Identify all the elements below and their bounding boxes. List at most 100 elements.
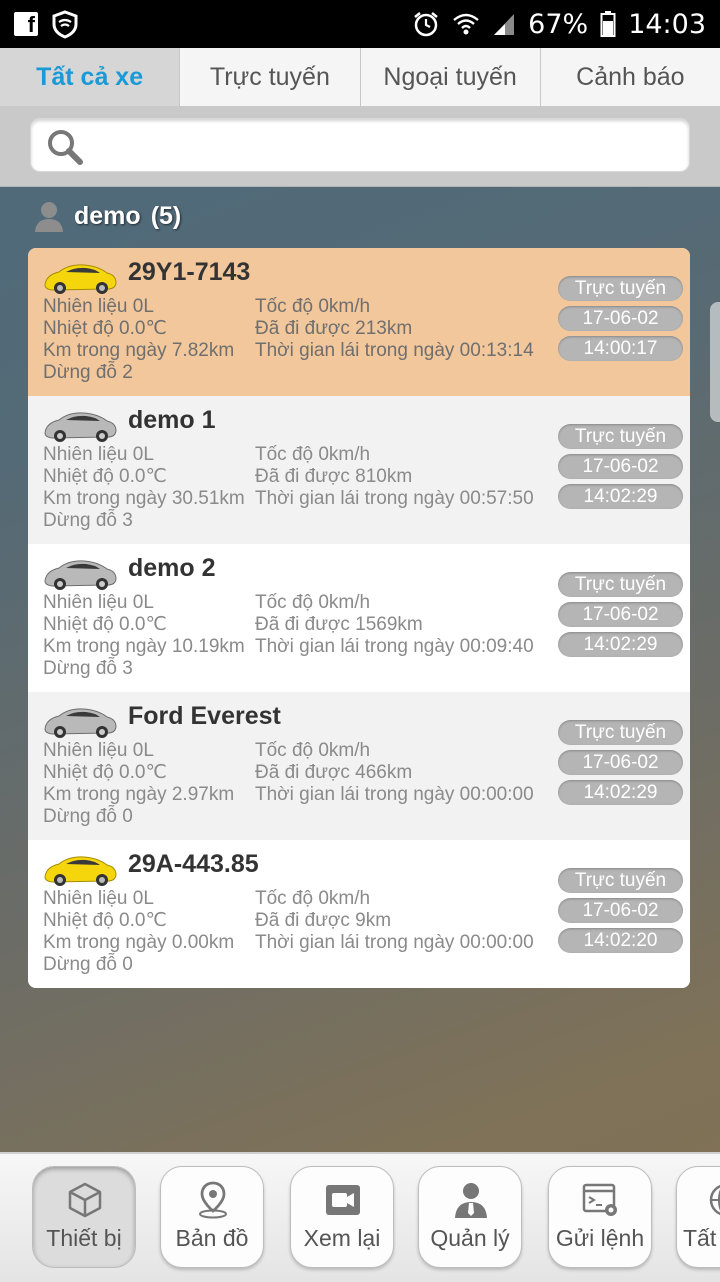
distance-traveled: Đã đi được 1569km bbox=[255, 614, 423, 635]
date-badge: 17-06-02 bbox=[558, 602, 683, 627]
driving-time-today: Thời gian lái trong ngày 00:00:00 bbox=[255, 932, 534, 953]
vehicle-name: demo 1 bbox=[128, 406, 216, 434]
stop-count: Dừng đỗ 0 bbox=[43, 954, 133, 975]
stop-count: Dừng đỗ 3 bbox=[43, 510, 133, 531]
status-badge: Trực tuyến bbox=[558, 868, 683, 893]
temperature: Nhiệt độ 0.0℃ bbox=[43, 318, 167, 339]
clock: 14:03 bbox=[628, 8, 706, 40]
alarm-icon bbox=[414, 12, 438, 37]
km-today: Km trong ngày 10.19km bbox=[43, 636, 245, 657]
vehicle-name: 29Y1-7143 bbox=[128, 258, 251, 286]
bottom-nav: Thiết bị Bản đồ Xem lại Quản lý Gửi lệnh… bbox=[0, 1152, 720, 1282]
time-badge: 14:02:29 bbox=[558, 780, 683, 805]
car-yellow-icon bbox=[44, 264, 117, 294]
vehicle-name: demo 2 bbox=[128, 554, 216, 582]
vehicle-name: Ford Everest bbox=[128, 702, 281, 730]
date-badge: 17-06-02 bbox=[558, 898, 683, 923]
group-header[interactable]: demo (5) bbox=[34, 196, 181, 236]
status-badge: Trực tuyến bbox=[558, 276, 683, 301]
driving-time-today: Thời gian lái trong ngày 00:13:14 bbox=[255, 340, 534, 361]
time-badge: 14:00:17 bbox=[558, 336, 683, 361]
wifi-icon bbox=[453, 13, 479, 35]
km-today: Km trong ngày 7.82km bbox=[43, 340, 235, 361]
car-silver-icon bbox=[44, 560, 117, 590]
status-bar: f 67% 14:03 bbox=[0, 0, 720, 48]
filter-tabs: Tất cả xe Trực tuyến Ngoại tuyến Cảnh bá… bbox=[0, 48, 720, 107]
distance-traveled: Đã đi được 810km bbox=[255, 466, 413, 487]
vehicle-row[interactable]: demo 1 Nhiên liệu 0L Nhiệt độ 0.0℃ Km tr… bbox=[28, 396, 690, 544]
speed: Tốc độ 0km/h bbox=[255, 592, 371, 613]
search-input[interactable] bbox=[30, 118, 690, 172]
status-badge: Trực tuyến bbox=[558, 572, 683, 597]
fuel-level: Nhiên liệu 0L bbox=[43, 740, 154, 761]
shield-icon bbox=[52, 10, 78, 39]
speed: Tốc độ 0km/h bbox=[255, 740, 371, 761]
nav-devices-button[interactable]: Thiết bị bbox=[32, 1166, 136, 1268]
side-drawer-handle[interactable] bbox=[710, 302, 720, 422]
status-badge: Trực tuyến bbox=[558, 424, 683, 449]
tab-offline[interactable]: Ngoại tuyến bbox=[361, 48, 541, 106]
nav-playback-button[interactable]: Xem lại bbox=[290, 1166, 394, 1268]
vehicle-row[interactable]: Ford Everest Nhiên liệu 0L Nhiệt độ 0.0℃… bbox=[28, 692, 690, 840]
nav-management-button[interactable]: Quản lý bbox=[418, 1166, 522, 1268]
vehicle-name: 29A-443.85 bbox=[128, 850, 259, 878]
distance-traveled: Đã đi được 213km bbox=[255, 318, 413, 339]
battery-icon bbox=[600, 11, 616, 37]
distance-traveled: Đã đi được 9km bbox=[255, 910, 392, 931]
send-command-icon bbox=[582, 1183, 617, 1216]
nav-send-command-button[interactable]: Gửi lệnh bbox=[548, 1166, 652, 1268]
nav-label: Tất bbox=[683, 1225, 717, 1251]
km-today: Km trong ngày 2.97km bbox=[43, 784, 235, 805]
group-name: demo bbox=[74, 201, 141, 230]
status-badge: Trực tuyến bbox=[558, 720, 683, 745]
user-icon bbox=[35, 202, 63, 232]
stop-count: Dừng đỗ 2 bbox=[43, 362, 133, 383]
search-bar bbox=[0, 106, 720, 187]
speed: Tốc độ 0km/h bbox=[255, 444, 371, 465]
group-count: (5) bbox=[150, 201, 182, 230]
stop-count: Dừng đỗ 3 bbox=[43, 658, 133, 679]
map-pin-icon bbox=[199, 1181, 227, 1219]
nav-label: Gửi lệnh bbox=[555, 1225, 645, 1251]
vehicle-row[interactable]: 29A-443.85 Nhiên liệu 0L Nhiệt độ 0.0℃ K… bbox=[28, 840, 690, 988]
nav-map-button[interactable]: Bản đồ bbox=[160, 1166, 264, 1268]
date-badge: 17-06-02 bbox=[558, 750, 683, 775]
car-silver-icon bbox=[44, 412, 117, 442]
temperature: Nhiệt độ 0.0℃ bbox=[43, 466, 167, 487]
speed: Tốc độ 0km/h bbox=[255, 888, 371, 909]
date-badge: 17-06-02 bbox=[558, 306, 683, 331]
globe-icon bbox=[709, 1184, 720, 1216]
stop-count: Dừng đỗ 0 bbox=[43, 806, 133, 827]
cube-icon bbox=[68, 1182, 102, 1218]
video-icon bbox=[326, 1185, 360, 1215]
nav-label: Quản lý bbox=[430, 1225, 510, 1251]
speed: Tốc độ 0km/h bbox=[255, 296, 371, 317]
nav-label: Bản đồ bbox=[175, 1225, 249, 1251]
temperature: Nhiệt độ 0.0℃ bbox=[43, 910, 167, 931]
tab-all-vehicles[interactable]: Tất cả xe bbox=[0, 48, 181, 106]
battery-percentage: 67% bbox=[528, 8, 589, 40]
tab-online[interactable]: Trực tuyến bbox=[180, 48, 361, 106]
manager-icon bbox=[455, 1183, 487, 1218]
facebook-icon: f bbox=[14, 12, 38, 36]
vehicle-list: 29Y1-7143 Nhiên liệu 0L Nhiệt độ 0.0℃ Km… bbox=[28, 248, 690, 988]
time-badge: 14:02:20 bbox=[558, 928, 683, 953]
vehicle-row[interactable]: 29Y1-7143 Nhiên liệu 0L Nhiệt độ 0.0℃ Km… bbox=[28, 248, 690, 396]
distance-traveled: Đã đi được 466km bbox=[255, 762, 413, 783]
time-badge: 14:02:29 bbox=[558, 632, 683, 657]
signal-icon bbox=[494, 14, 515, 35]
driving-time-today: Thời gian lái trong ngày 00:00:00 bbox=[255, 784, 534, 805]
fuel-level: Nhiên liệu 0L bbox=[43, 592, 154, 613]
fuel-level: Nhiên liệu 0L bbox=[43, 888, 154, 909]
km-today: Km trong ngày 30.51km bbox=[43, 488, 245, 509]
fuel-level: Nhiên liệu 0L bbox=[43, 296, 154, 317]
driving-time-today: Thời gian lái trong ngày 00:57:50 bbox=[255, 488, 534, 509]
car-silver-icon bbox=[44, 708, 117, 738]
nav-label: Thiết bị bbox=[46, 1225, 122, 1251]
nav-all-button[interactable]: Tất bbox=[676, 1166, 720, 1268]
tab-alerts[interactable]: Cảnh báo bbox=[541, 48, 720, 106]
driving-time-today: Thời gian lái trong ngày 00:09:40 bbox=[255, 636, 534, 657]
nav-label: Xem lại bbox=[303, 1225, 381, 1251]
vehicle-row[interactable]: demo 2 Nhiên liệu 0L Nhiệt độ 0.0℃ Km tr… bbox=[28, 544, 690, 692]
date-badge: 17-06-02 bbox=[558, 454, 683, 479]
